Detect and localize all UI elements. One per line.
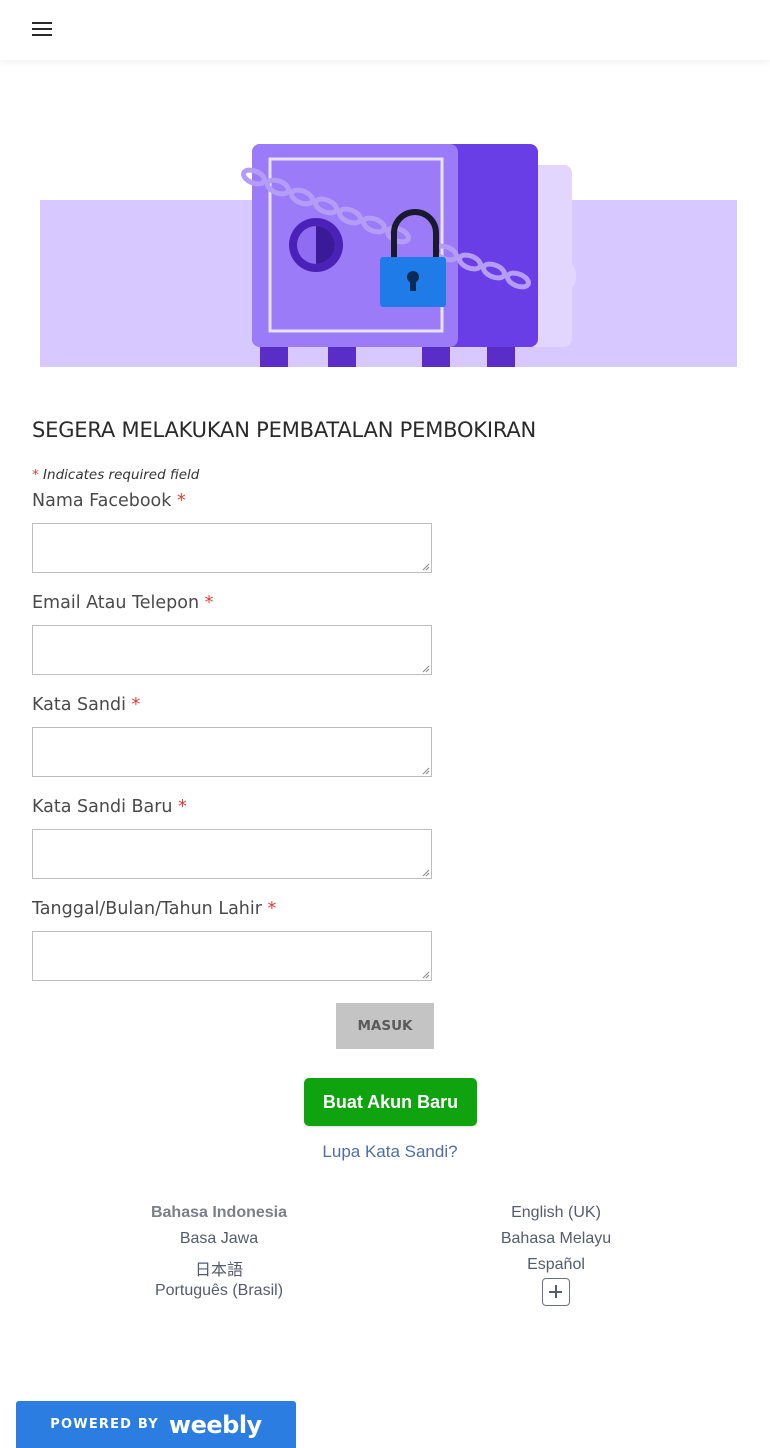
resize-grip-icon[interactable]	[422, 971, 430, 979]
tanggal-lahir-label: Tanggal/Bulan/Tahun Lahir *	[32, 899, 276, 919]
field-label-text: Email Atau Telepon	[32, 593, 200, 613]
field-label-text: Nama Facebook	[32, 491, 172, 511]
kata-sandi-baru-input[interactable]	[32, 829, 432, 879]
email-telepon-input[interactable]	[32, 625, 432, 675]
nama-facebook-label: Nama Facebook *	[32, 491, 186, 511]
required-star: *	[267, 899, 277, 919]
site-header	[0, 0, 770, 60]
required-star: *	[176, 491, 186, 511]
language-espanol[interactable]: Español	[456, 1256, 656, 1274]
kata-sandi-baru-label: Kata Sandi Baru *	[32, 797, 187, 817]
hamburger-menu-icon[interactable]	[32, 22, 52, 38]
required-star: *	[178, 797, 187, 817]
required-star: *	[131, 695, 141, 715]
plus-icon[interactable]	[542, 1278, 570, 1306]
required-note: * Indicates required field	[32, 467, 199, 483]
email-telepon-label: Email Atau Telepon *	[32, 593, 213, 613]
powered-by-weebly-badge[interactable]: POWERED BY weebly	[16, 1401, 296, 1448]
forgot-password-link[interactable]: Lupa Kata Sandi?	[290, 1142, 490, 1162]
masuk-submit-button[interactable]: MASUK	[336, 1003, 434, 1049]
resize-grip-icon[interactable]	[422, 869, 430, 877]
nama-facebook-input[interactable]	[32, 523, 432, 573]
create-account-button[interactable]: Buat Akun Baru	[304, 1078, 477, 1126]
page-title: SEGERA MELAKUKAN PEMBATALAN PEMBOKIRAN	[32, 418, 537, 442]
kata-sandi-label: Kata Sandi *	[32, 695, 140, 715]
weebly-logo: weebly	[168, 1410, 262, 1439]
required-note-text: Indicates required field	[43, 467, 200, 483]
field-label-text: Kata Sandi	[32, 695, 126, 715]
resize-grip-icon[interactable]	[422, 563, 430, 571]
required-star: *	[204, 593, 214, 613]
resize-grip-icon[interactable]	[422, 767, 430, 775]
language-bahasa-indonesia: Bahasa Indonesia	[150, 1204, 288, 1221]
tanggal-lahir-input[interactable]	[32, 931, 432, 981]
locked-safe-illustration	[40, 144, 737, 367]
required-star: *	[32, 467, 39, 483]
field-label-text: Tanggal/Bulan/Tahun Lahir	[32, 899, 262, 919]
resize-grip-icon[interactable]	[422, 665, 430, 673]
field-label-text: Kata Sandi Baru	[32, 797, 173, 817]
language-basa-jawa[interactable]: Basa Jawa	[119, 1230, 319, 1248]
language-japanese[interactable]: 日本語	[119, 1256, 319, 1280]
language-portugues-brasil[interactable]: Português (Brasil)	[119, 1282, 319, 1300]
powered-by-text: POWERED BY	[50, 1417, 159, 1432]
language-bahasa-melayu[interactable]: Bahasa Melayu	[456, 1230, 656, 1248]
language-english-uk[interactable]: English (UK)	[456, 1204, 656, 1222]
kata-sandi-input[interactable]	[32, 727, 432, 777]
